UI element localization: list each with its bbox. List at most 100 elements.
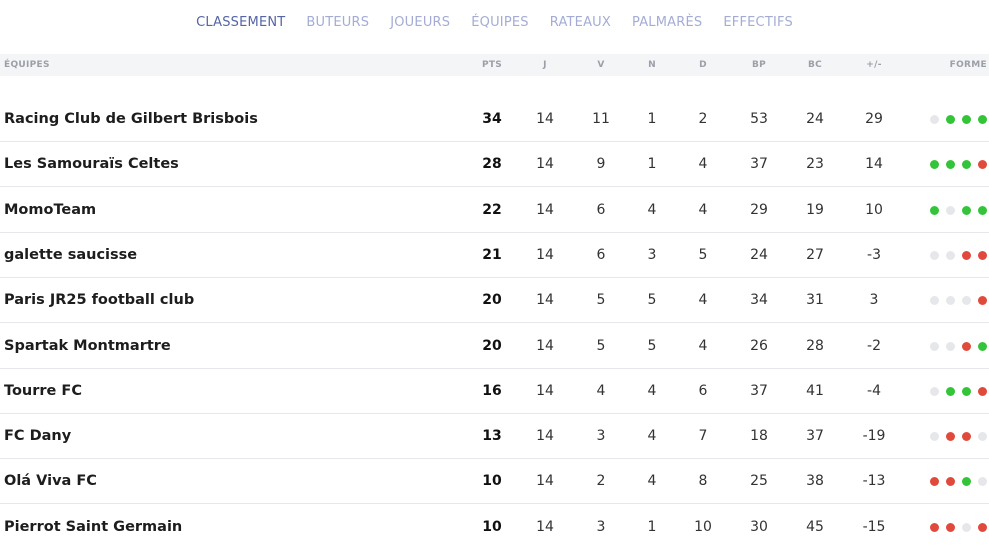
cell-d: 7 [698, 428, 708, 445]
neutral-dot [946, 250, 955, 260]
cell-bc: 27 [806, 246, 824, 263]
form-indicator [923, 505, 987, 550]
cell-diff: 29 [865, 111, 883, 127]
win-dot [962, 115, 971, 124]
table-row: Spartak Montmartre 20 14 5 5 4 26 28 -2 [0, 324, 989, 369]
cell-diff: 10 [865, 201, 883, 218]
win-dot [946, 115, 955, 124]
cell-j: 14 [536, 201, 554, 218]
win-dot [962, 160, 971, 170]
cell-v: 5 [596, 337, 606, 354]
cell-v: 5 [596, 292, 606, 309]
cell-d: 4 [698, 337, 708, 354]
cell-j: 14 [536, 156, 554, 173]
col-j: J [543, 60, 547, 70]
cell-d: 4 [698, 201, 708, 218]
form-indicator [923, 188, 987, 233]
table-row: Pierrot Saint Germain 10 14 3 1 10 30 45 -15 [0, 505, 989, 550]
cell-bp: 53 [750, 111, 768, 127]
cell-n: 4 [647, 473, 657, 490]
neutral-dot [962, 296, 971, 306]
neutral-dot [978, 432, 987, 442]
cell-diff: -3 [867, 246, 881, 263]
cell-bp: 30 [750, 518, 768, 535]
cell-v: 11 [592, 111, 610, 127]
standings-header: ÉQUIPES PTS J V N D BP BC +/- FORME [0, 54, 989, 76]
form-indicator [923, 414, 987, 459]
cell-j: 14 [536, 292, 554, 309]
table-row: FC Dany 13 14 3 4 7 18 37 -19 [0, 414, 989, 460]
league-nav: CLASSEMENT BUTEURS JOUEURS ÉQUIPES RATEAUX PA… [0, 0, 989, 44]
table-row: Paris JR25 football club 20 14 5 5 4 34 31 3 [0, 278, 989, 324]
cell-bc: 28 [806, 337, 824, 354]
cell-pts: 10 [482, 518, 502, 535]
team-name[interactable]: Spartak Montmartre [4, 324, 171, 369]
cell-pts: 22 [482, 201, 502, 218]
cell-j: 14 [536, 428, 554, 445]
form-indicator [923, 459, 987, 504]
loss-dot [946, 522, 955, 532]
cell-d: 4 [698, 156, 708, 173]
nav-tab-rateaux[interactable]: RATEAUX [550, 15, 611, 30]
nav-tab-joueurs[interactable]: JOUEURS [390, 15, 450, 30]
loss-dot [962, 250, 971, 260]
cell-bc: 31 [806, 292, 824, 309]
cell-n: 4 [647, 428, 657, 445]
team-name[interactable]: Paris JR25 football club [4, 278, 194, 323]
loss-dot [978, 250, 987, 260]
team-name[interactable]: Les Samouraïs Celtes [4, 142, 179, 187]
cell-bp: 26 [750, 337, 768, 354]
neutral-dot [962, 522, 971, 532]
cell-d: 5 [698, 246, 708, 263]
team-name[interactable]: FC Dany [4, 414, 71, 459]
cell-j: 14 [536, 111, 554, 127]
nav-tab-buteurs[interactable]: BUTEURS [306, 15, 369, 30]
table-row: MomoTeam 22 14 6 4 4 29 19 10 [0, 188, 989, 233]
nav-tab-palmarès[interactable]: PALMARÈS [632, 15, 702, 30]
table-row: Tourre FC 16 14 4 4 6 37 41 -4 [0, 369, 989, 414]
col-bc: BC [807, 60, 823, 70]
cell-bp: 29 [750, 201, 768, 218]
cell-v: 3 [596, 518, 606, 535]
win-dot [978, 341, 987, 351]
team-name[interactable]: Tourre FC [4, 369, 82, 414]
cell-v: 3 [596, 428, 606, 445]
cell-n: 4 [647, 201, 657, 218]
cell-pts: 16 [482, 382, 502, 399]
neutral-dot [930, 296, 939, 306]
cell-bc: 41 [806, 382, 824, 399]
team-name[interactable]: Olá Viva FC [4, 459, 97, 504]
form-indicator [923, 324, 987, 369]
col-team: ÉQUIPES [4, 60, 50, 70]
neutral-dot [930, 250, 939, 260]
cell-j: 14 [536, 382, 554, 399]
table-row: Racing Club de Gilbert Brisbois 34 14 11 1 2 5… [0, 97, 989, 142]
win-dot [946, 386, 955, 396]
team-name[interactable]: MomoTeam [4, 188, 96, 233]
loss-dot [930, 477, 939, 487]
cell-j: 14 [536, 337, 554, 354]
team-name[interactable]: Pierrot Saint Germain [4, 505, 182, 550]
cell-n: 4 [647, 382, 657, 399]
nav-tab-classement[interactable]: CLASSEMENT [196, 15, 285, 30]
cell-v: 6 [596, 246, 606, 263]
nav-tab-équipes[interactable]: ÉQUIPES [471, 15, 529, 30]
cell-bc: 37 [806, 428, 824, 445]
col-diff: +/- [866, 60, 882, 70]
neutral-dot [930, 386, 939, 396]
cell-bp: 37 [750, 156, 768, 173]
cell-bp: 24 [750, 246, 768, 263]
col-pts: PTS [481, 60, 503, 70]
team-name[interactable]: galette saucisse [4, 233, 137, 278]
cell-d: 6 [698, 382, 708, 399]
team-name[interactable]: Racing Club de Gilbert Brisbois [4, 97, 258, 142]
nav-tab-effectifs[interactable]: EFFECTIFS [723, 15, 793, 30]
cell-d: 4 [698, 292, 708, 309]
col-n: N [648, 60, 656, 70]
form-indicator [923, 233, 987, 278]
col-form: FORME [949, 60, 987, 70]
col-d: D [699, 60, 707, 70]
form-indicator [923, 278, 987, 323]
cell-n: 5 [647, 292, 657, 309]
cell-diff: 14 [865, 156, 883, 173]
